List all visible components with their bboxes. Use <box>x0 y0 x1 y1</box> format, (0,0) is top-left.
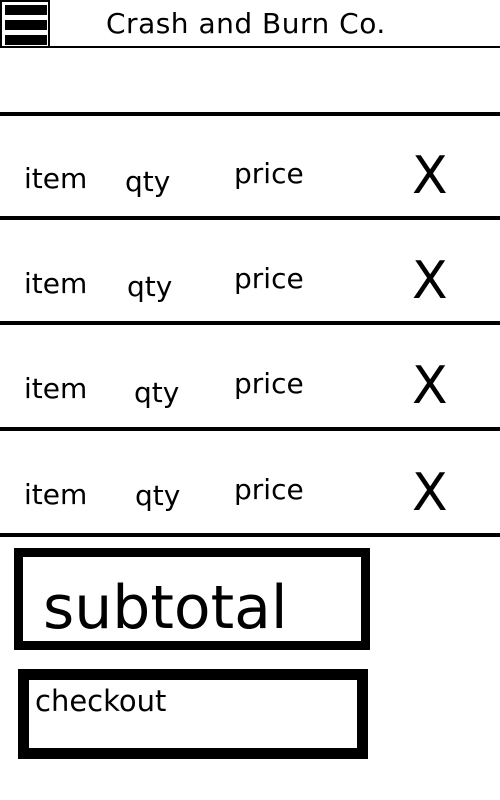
item-name: item <box>24 478 88 511</box>
remove-item-button[interactable]: X <box>412 358 448 414</box>
checkout-label: checkout <box>35 684 167 718</box>
cart-row: item qty price X <box>0 116 500 217</box>
item-price: price <box>234 157 304 190</box>
cart-row: item qty price X <box>0 325 500 426</box>
remove-item-button[interactable]: X <box>412 148 448 204</box>
item-qty: qty <box>127 270 173 303</box>
item-price: price <box>234 262 304 295</box>
remove-item-button[interactable]: X <box>412 253 448 309</box>
item-qty: qty <box>134 376 180 409</box>
hamburger-menu-icon <box>5 5 47 15</box>
row-divider <box>0 533 500 537</box>
subtotal-box: subtotal <box>14 548 370 650</box>
item-price: price <box>234 473 304 506</box>
item-name: item <box>24 267 88 300</box>
app-header: Crash and Burn Co. <box>0 0 500 48</box>
item-qty: qty <box>125 165 171 198</box>
remove-item-button[interactable]: X <box>412 465 448 521</box>
cart-row: item qty price X <box>0 431 500 532</box>
item-name: item <box>24 372 88 405</box>
store-title: Crash and Burn Co. <box>106 7 386 40</box>
item-price: price <box>234 367 304 400</box>
checkout-button[interactable]: checkout <box>18 669 368 759</box>
hamburger-menu-icon-bar <box>5 20 47 30</box>
subtotal-label: subtotal <box>43 573 288 643</box>
hamburger-menu-button[interactable] <box>0 0 50 48</box>
hamburger-menu-icon-bar <box>5 35 47 45</box>
cart-row: item qty price X <box>0 220 500 321</box>
item-qty: qty <box>135 479 181 512</box>
item-name: item <box>24 162 88 195</box>
